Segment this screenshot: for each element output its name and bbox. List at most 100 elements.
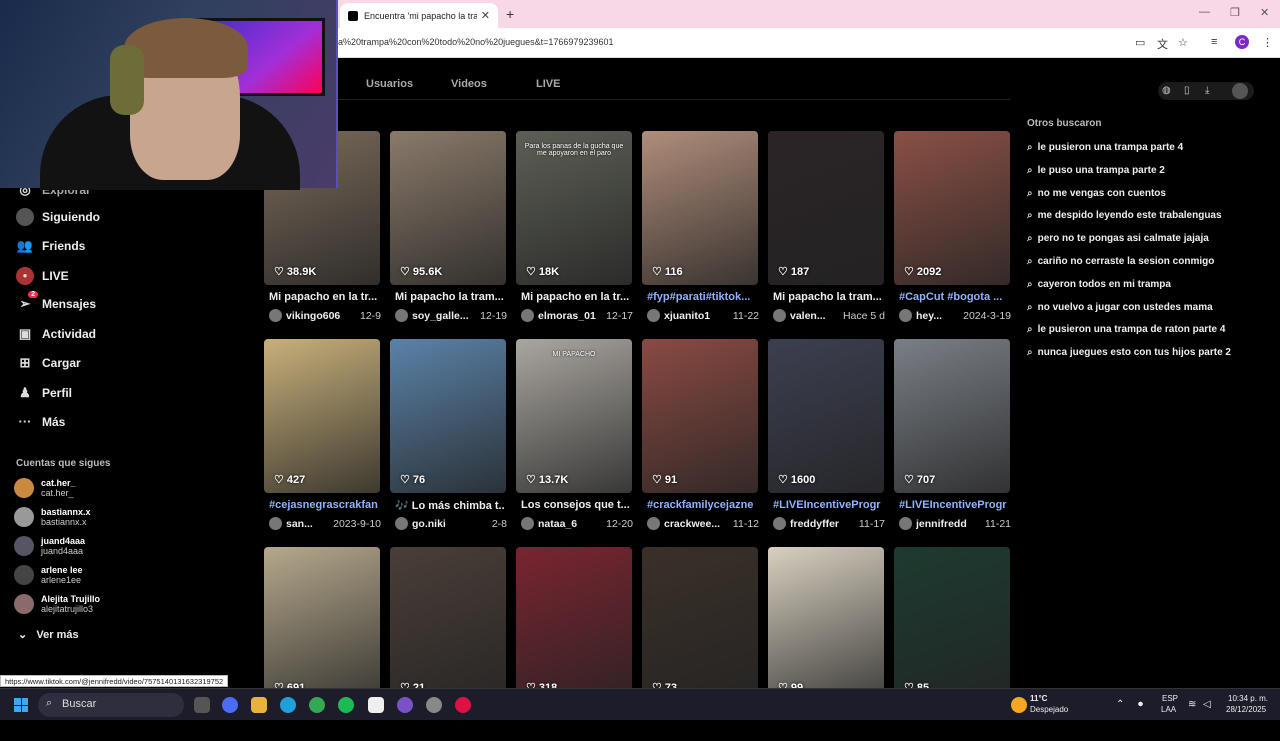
video-thumbnail[interactable]: ♡ 691 <box>264 547 380 701</box>
video-thumbnail[interactable]: ♡ 1600 <box>768 339 884 493</box>
avatar[interactable] <box>647 309 660 322</box>
bookmark-star-icon[interactable]: ☆ <box>1178 36 1188 49</box>
video-card[interactable]: ♡ 76 🎶 Lo más chimba t... go.niki 2-8 <box>390 339 507 533</box>
video-thumbnail[interactable]: ♡ 73 <box>642 547 758 701</box>
video-card[interactable]: ♡ 116 #fyp#parati#tiktok... xjuanito1 11-22 <box>642 131 759 325</box>
video-card[interactable]: ♡ 427 #cejasnegrascrakfan san... 2023-9-10 <box>264 339 381 533</box>
windows-start-icon[interactable] <box>14 698 28 712</box>
avatar[interactable] <box>269 517 282 530</box>
translate-icon[interactable]: 文 <box>1157 36 1168 52</box>
video-card[interactable]: ♡ 2092 #CapCut #bogota ... hey... 2024-3-19 <box>894 131 1011 325</box>
tab-videos[interactable]: Videos <box>451 78 487 90</box>
video-author[interactable]: nataa_6 <box>538 518 601 530</box>
avatar[interactable] <box>521 517 534 530</box>
sidebar-item-mas[interactable]: ··· Más <box>16 414 66 429</box>
avatar[interactable] <box>395 309 408 322</box>
wifi-icon[interactable]: ≋ <box>1188 699 1196 710</box>
video-card[interactable]: ♡ 707 #LIVEIncentiveProgr jennifredd 11-21 <box>894 339 1011 533</box>
video-thumbnail[interactable]: MI PAPACHO ♡ 13.7K <box>516 339 632 493</box>
sidebar-item-perfil[interactable]: ♟ Perfil <box>16 385 72 401</box>
spotify-icon[interactable] <box>338 697 354 713</box>
obs-icon[interactable] <box>426 697 442 713</box>
suggestion-item[interactable]: ⌕ le pusieron una trampa parte 4 <box>1027 142 1183 153</box>
video-thumbnail[interactable]: ♡ 427 <box>264 339 380 493</box>
suggestion-item[interactable]: ⌕ me despido leyendo este trabalenguas <box>1027 210 1222 221</box>
video-author[interactable]: valen... <box>790 310 838 322</box>
video-card[interactable]: ♡ 1600 #LIVEIncentiveProgr freddyffer 11-17 <box>768 339 885 533</box>
video-author[interactable]: go.niki <box>412 518 487 530</box>
download-icon[interactable]: ⤓ <box>1205 85 1209 96</box>
video-caption[interactable]: #CapCut #bogota ... <box>899 291 1009 303</box>
chrome-alt-icon[interactable] <box>455 697 471 713</box>
menu-kebab-icon[interactable]: ⋮ <box>1262 36 1273 49</box>
suggestion-item[interactable]: ⌕ le puso una trampa parte 2 <box>1027 165 1165 176</box>
video-author[interactable]: san... <box>286 518 328 530</box>
video-thumbnail[interactable]: ♡ 99 <box>768 547 884 701</box>
sidebar-item-live[interactable]: ● LIVE <box>16 267 69 285</box>
video-thumbnail[interactable]: ♡ 116 <box>642 131 758 285</box>
sidebar-item-friends[interactable]: 👥 Friends <box>16 238 85 254</box>
chrome-icon[interactable] <box>309 697 325 713</box>
close-tab-icon[interactable]: ✕ <box>481 9 490 22</box>
avatar[interactable] <box>395 517 408 530</box>
video-thumbnail[interactable]: Para los panas de la gucha que me apoyar… <box>516 131 632 285</box>
video-caption[interactable]: 🎶 Lo más chimba t... <box>395 499 505 512</box>
capcut-icon[interactable] <box>368 697 384 713</box>
avatar[interactable] <box>269 309 282 322</box>
task-view-icon[interactable] <box>194 697 210 713</box>
video-author[interactable]: jennifredd <box>916 518 980 530</box>
video-caption[interactable]: #LIVEIncentiveProgr <box>899 499 1009 511</box>
profile-avatar-icon[interactable]: C <box>1235 35 1249 49</box>
video-caption[interactable]: Mi papacho en la tr... <box>521 291 631 303</box>
language-code[interactable]: ESP <box>1162 694 1178 703</box>
cast-icon[interactable]: ▭ <box>1135 36 1145 49</box>
see-more-button[interactable]: ⌄ Ver más <box>18 628 79 641</box>
volume-icon[interactable]: ◁ <box>1203 699 1211 710</box>
suggestion-item[interactable]: ⌕ no me vengas con cuentos <box>1027 188 1166 199</box>
video-author[interactable]: freddyffer <box>790 518 854 530</box>
video-card[interactable]: MI PAPACHO ♡ 13.7K Los consejos que t... na… <box>516 339 633 533</box>
suggestion-item[interactable]: ⌕ le pusieron una trampa de raton parte 4 <box>1027 324 1225 335</box>
video-author[interactable]: xjuanito1 <box>664 310 728 322</box>
video-card[interactable]: ♡ 187 Mi papacho la tram... valen... Hace 5… <box>768 131 885 325</box>
coin-icon[interactable]: ◍ <box>1162 85 1171 96</box>
suggestion-item[interactable]: ⌕ cariño no cerraste la sesion conmigo <box>1027 256 1214 267</box>
suggestion-item[interactable]: ⌕ nunca juegues esto con tus hijos parte … <box>1027 347 1231 358</box>
video-caption[interactable]: Mi papacho la tram... <box>773 291 883 303</box>
sidebar-item-mensajes[interactable]: ➢ 2 Mensajes <box>16 291 96 312</box>
microphone-icon[interactable]: ⏺ <box>1138 699 1143 710</box>
url-field[interactable]: a%20trampa%20con%20todo%20no%20juegues&t… <box>338 37 613 47</box>
video-thumbnail[interactable]: ♡ 318 <box>516 547 632 701</box>
user-avatar[interactable] <box>1232 83 1248 99</box>
suggestion-item[interactable]: ⌕ cayeron todos en mi trampa <box>1027 279 1171 290</box>
tab-live[interactable]: LIVE <box>536 78 560 90</box>
taskbar-search[interactable]: ⌕ Buscar <box>38 693 184 717</box>
video-caption[interactable]: Mi papacho la tram... <box>395 291 505 303</box>
video-caption[interactable]: #fyp#parati#tiktok... <box>647 291 757 303</box>
video-author[interactable]: soy_galle... <box>412 310 475 322</box>
tray-chevron-icon[interactable]: ⌃ <box>1116 699 1124 710</box>
avatar[interactable] <box>773 517 786 530</box>
video-thumbnail[interactable]: ♡ 2092 <box>894 131 1010 285</box>
video-caption[interactable]: Los consejos que t... <box>521 499 631 511</box>
avatar[interactable] <box>647 517 660 530</box>
video-caption[interactable]: #LIVEIncentiveProgr <box>773 499 883 511</box>
device-icon[interactable]: ▯ <box>1184 85 1190 96</box>
extensions-icon[interactable]: ≡ <box>1211 36 1217 48</box>
suggestion-item[interactable]: ⌕ pero no te pongas asi calmate jajaja <box>1027 233 1209 244</box>
video-caption[interactable]: #crackfamilycejazne <box>647 499 757 511</box>
video-author[interactable]: elmoras_01 <box>538 310 601 322</box>
video-caption[interactable]: #cejasnegrascrakfan <box>269 499 379 511</box>
video-card[interactable]: ♡ 95.6K Mi papacho la tram... soy_galle...… <box>390 131 507 325</box>
video-card[interactable]: ♡ 91 #crackfamilycejazne crackwee... 11-12 <box>642 339 759 533</box>
sidebar-item-cargar[interactable]: ⊞ Cargar <box>16 355 81 371</box>
language-layout[interactable]: LAA <box>1161 705 1176 714</box>
video-author[interactable]: crackwee... <box>664 518 728 530</box>
video-thumbnail[interactable]: ♡ 95.6K <box>390 131 506 285</box>
following-item[interactable]: cat.her_ cat.her_ <box>14 475 76 501</box>
video-thumbnail[interactable]: ♡ 91 <box>642 339 758 493</box>
video-author[interactable]: hey... <box>916 310 958 322</box>
following-item[interactable]: bastiannx.x bastiannx.x <box>14 504 91 530</box>
avatar[interactable] <box>899 517 912 530</box>
following-item[interactable]: juand4aaa juand4aaa <box>14 533 85 559</box>
